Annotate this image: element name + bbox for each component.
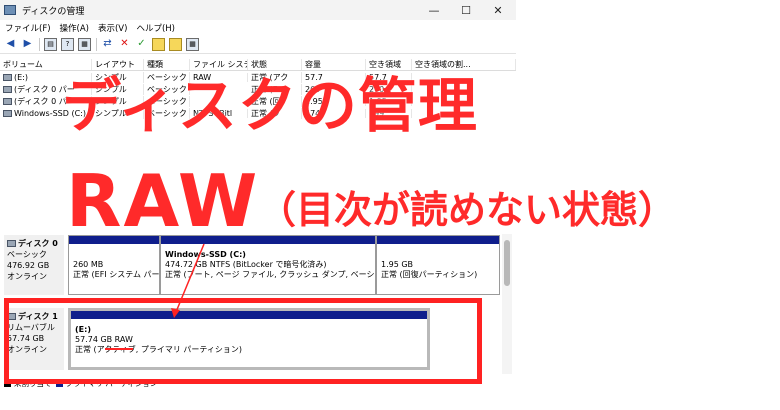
highlight-box: [4, 298, 482, 384]
raw-underline: [105, 348, 133, 350]
